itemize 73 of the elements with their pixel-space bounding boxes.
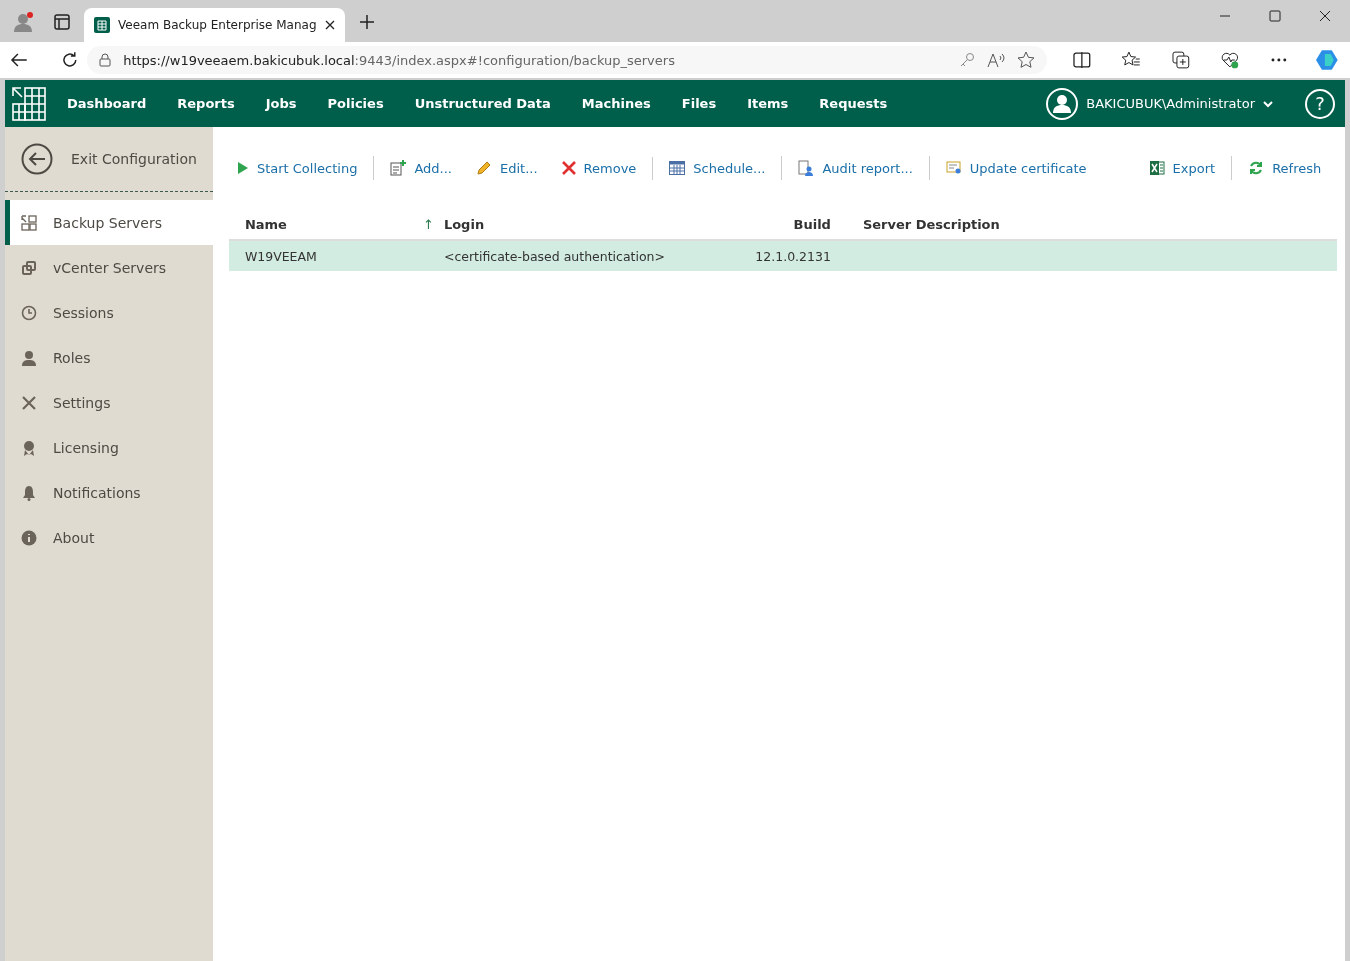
- info-icon: [21, 529, 37, 546]
- toolbar-button[interactable]: Remove: [553, 156, 645, 180]
- tab-title: Veeam Backup Enterprise Manag: [118, 18, 317, 32]
- remove-icon: [561, 161, 576, 175]
- nav-link[interactable]: Requests: [819, 96, 888, 111]
- user-avatar-icon[interactable]: [1046, 87, 1079, 120]
- spreadsheet-icon: [1148, 160, 1165, 176]
- table-cell: W19VEEAM: [228, 241, 444, 271]
- ribbon-icon: [21, 439, 37, 456]
- lock-icon: [99, 53, 112, 67]
- nav-link[interactable]: Machines: [581, 96, 651, 111]
- toolbar-button[interactable]: Audit report...: [790, 156, 921, 180]
- overlapping-squares-icon: [21, 259, 37, 276]
- sort-arrow: ↑: [423, 216, 434, 232]
- user-name[interactable]: BAKICUBUK\Administrator: [1086, 96, 1255, 111]
- servers-icon: [21, 214, 37, 231]
- certificate-icon: [945, 160, 962, 176]
- table-cell: <certificate-based authentication>: [443, 241, 744, 271]
- address-bar[interactable]: https://w19veeaem.bakicubuk.local:9443/index.aspx#!configuration/backup_servers: [87, 46, 1048, 74]
- table-cell: 12.1.0.2131: [743, 241, 831, 271]
- favorites-icon[interactable]: [1122, 51, 1141, 69]
- sidebar-item[interactable]: Sessions: [5, 290, 213, 335]
- pencil-icon: [476, 160, 492, 176]
- read-aloud-icon[interactable]: [987, 52, 1006, 68]
- sidebar-item[interactable]: Licensing: [5, 425, 213, 470]
- toolbar-button[interactable]: Schedule...: [661, 156, 774, 180]
- toolbar-button[interactable]: Start Collecting: [228, 156, 366, 180]
- chevron-down-icon[interactable]: [1263, 99, 1273, 108]
- nav-link[interactable]: Jobs: [265, 96, 297, 111]
- refresh-icon: [1248, 160, 1265, 176]
- tab-actions-icon[interactable]: [54, 14, 70, 30]
- bell-icon: [21, 484, 37, 501]
- browser-tab[interactable]: Veeam Backup Enterprise Manag: [84, 8, 345, 42]
- exit-configuration-link[interactable]: Exit Configuration: [5, 127, 213, 192]
- star-icon[interactable]: [1017, 51, 1036, 69]
- nav-link[interactable]: Files: [681, 96, 717, 111]
- profile-icon[interactable]: [13, 11, 35, 33]
- more-icon[interactable]: [1270, 58, 1287, 62]
- document-person-icon: [798, 160, 815, 176]
- toolbar-button[interactable]: Refresh: [1240, 156, 1330, 180]
- sidebar-item[interactable]: Settings: [5, 380, 213, 425]
- back-icon[interactable]: [10, 52, 28, 68]
- nav-link[interactable]: Reports: [177, 96, 235, 111]
- toolbar-button[interactable]: Export: [1140, 156, 1224, 180]
- nav-link[interactable]: Items: [747, 96, 789, 111]
- clock-icon: [21, 304, 37, 321]
- nav-link[interactable]: Dashboard: [67, 96, 147, 111]
- maximize-icon[interactable]: [1269, 10, 1281, 22]
- app-logo-icon[interactable]: [11, 85, 47, 122]
- key-icon[interactable]: [959, 52, 976, 68]
- toolbar-button[interactable]: Update certificate: [937, 156, 1095, 180]
- url-text: https://w19veeaem.bakicubuk.local:9443/index.aspx#!configuration/backup_servers: [123, 52, 675, 68]
- heartbeat-icon[interactable]: [1221, 51, 1240, 69]
- nav-link[interactable]: Unstructured Data: [414, 96, 551, 111]
- sidebar-item[interactable]: Backup Servers: [5, 200, 213, 245]
- split-screen-icon[interactable]: [1073, 52, 1091, 68]
- sidebar-item[interactable]: Notifications: [5, 470, 213, 515]
- sidebar-item[interactable]: About: [5, 515, 213, 560]
- app-logo-icon: [94, 17, 110, 33]
- sidebar-item[interactable]: vCenter Servers: [5, 245, 213, 290]
- add-document-icon: [390, 160, 407, 176]
- person-icon: [21, 349, 37, 366]
- toolbar-button[interactable]: Add...: [382, 156, 460, 180]
- new-tab-icon[interactable]: [358, 14, 375, 30]
- toolbar-button[interactable]: Edit...: [468, 156, 546, 180]
- nav-link[interactable]: Policies: [327, 96, 384, 111]
- sidebar-item[interactable]: Roles: [5, 335, 213, 380]
- close-icon[interactable]: [1319, 10, 1331, 22]
- calendar-icon: [669, 161, 686, 175]
- help-button[interactable]: ?: [1305, 88, 1335, 119]
- close-icon[interactable]: [324, 20, 335, 30]
- play-icon: [236, 161, 249, 175]
- collections-icon[interactable]: [1171, 51, 1190, 69]
